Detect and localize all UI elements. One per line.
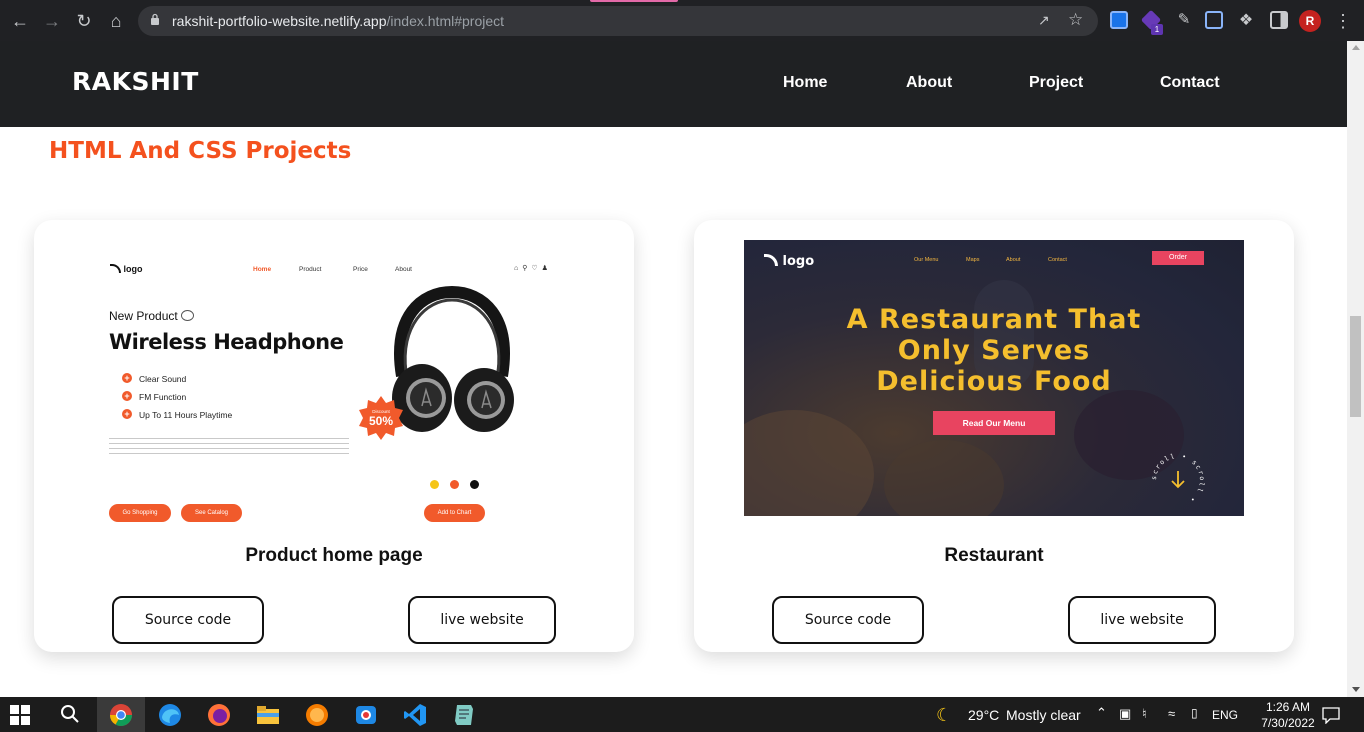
restaurant-preview-image: logo Our Menu Maps About Contact Order A… [744,240,1244,516]
preview-add-to-cart: Add to Chart [424,504,485,522]
address-bar[interactable]: rakshit-portfolio-website.netlify.app/in… [138,6,1098,36]
edge-icon[interactable] [158,703,182,727]
home-icon[interactable]: ⌂ [104,9,128,33]
wifi-logo-icon [110,264,121,273]
wifi-icon[interactable]: ≈ [1168,706,1175,721]
live-website-button[interactable]: live website [1068,596,1216,644]
preview-go-shopping: Go Shopping [109,504,171,522]
preview-headline: Wireless Headphone [109,330,344,354]
share-icon[interactable]: ↗ [1038,12,1056,30]
notifications-icon[interactable] [1322,706,1340,724]
circles-icon [181,310,195,321]
firefox-icon[interactable] [207,703,231,727]
scroll-down-icon[interactable] [1352,687,1360,692]
live-website-button[interactable]: live website [408,596,556,644]
search-icon[interactable] [60,704,80,724]
preview-see-catalog: See Catalog [181,504,242,522]
url-text: rakshit-portfolio-website.netlify.app/in… [172,13,505,29]
restaurant-order-button: Order [1152,251,1204,265]
reload-icon[interactable]: ↻ [72,9,96,33]
project-title: Product home page [245,545,423,566]
nav-home[interactable]: Home [783,74,827,92]
bookmark-star-icon[interactable]: ☆ [1068,10,1086,29]
snipping-tool-icon[interactable] [354,703,378,727]
site-brand[interactable]: RAKSHIT [72,67,199,96]
scroll-badge: scroll • scroll • [1150,452,1205,504]
project-card-product: logo Home Product Price About ⌂⚲♡♟ New P… [34,220,634,652]
color-dot-black [470,480,479,489]
preview-menu-about: About [395,266,412,273]
browser-toolbar: ← → ↻ ⌂ rakshit-portfolio-website.netlif… [0,0,1364,41]
file-explorer-icon[interactable] [256,703,280,727]
camera-tray-icon[interactable]: ▣ [1119,706,1131,722]
puzzle-icon[interactable]: ❖ [1234,9,1258,33]
source-code-button[interactable]: Source code [112,596,264,644]
pen-extension-icon[interactable]: ✎ [1172,8,1196,32]
capture-extension-icon[interactable] [1205,11,1223,29]
project-title: Restaurant [944,545,1044,566]
vscode-icon[interactable] [403,703,427,727]
project-card-restaurant: logo Our Menu Maps About Contact Order A… [694,220,1294,652]
battery-icon[interactable]: ▯ [1191,706,1198,720]
preview-logo: logo [110,264,143,274]
windows-start-icon[interactable] [10,705,30,725]
preview-menu-home: Home [253,266,272,273]
bg-bread-shape [744,410,874,516]
browser-menu-icon[interactable]: ⋮ [1334,10,1352,32]
extension-icon-a[interactable] [1110,11,1128,29]
scroll-up-icon[interactable] [1352,45,1360,50]
preview-menu-price: Price [353,266,368,273]
preview-feature: Up To 11 Hours Playtime [121,409,232,420]
volume-muted-icon[interactable]: ♮ [1142,706,1147,722]
page-scrollbar[interactable] [1347,41,1364,697]
language-indicator[interactable]: ENG [1212,708,1238,722]
forward-icon[interactable]: → [40,9,64,33]
product-preview-image: logo Home Product Price About ⌂⚲♡♟ New P… [100,250,570,522]
scrollbar-thumb[interactable] [1350,316,1361,417]
restaurant-menu-our-menu: Our Menu [914,257,939,263]
preview-paragraph-lines [109,438,349,456]
preview-feature: FM Function [121,391,186,402]
restaurant-read-menu-button: Read Our Menu [933,411,1055,435]
preview-header-icons: ⌂⚲♡♟ [514,265,552,272]
discount-value: 50% [369,414,393,428]
nav-contact[interactable]: Contact [1160,74,1220,92]
wifi-logo-icon [764,254,778,266]
nav-about[interactable]: About [906,74,952,92]
preview-eyebrow: New Product [109,309,195,323]
bg-plate-shape [884,440,1004,516]
lock-icon [151,13,159,25]
preview-feature: Clear Sound [121,373,186,384]
restaurant-menu-contact: Contact [1048,257,1067,263]
restaurant-menu-maps: Maps [966,257,980,263]
back-icon[interactable]: ← [8,9,32,33]
vlc-orange-app-icon[interactable] [305,703,329,727]
color-dot-yellow [430,480,439,489]
restaurant-logo: logo [764,254,814,269]
side-panel-icon[interactable] [1270,11,1288,29]
active-tab-indicator [590,0,678,2]
weather-moon-icon[interactable]: ☾ [936,705,952,726]
arrow-down-icon [1171,471,1185,489]
notepad-icon[interactable] [452,703,476,727]
clock-date[interactable]: 7/30/2022 [1246,716,1330,730]
source-code-button[interactable]: Source code [772,596,924,644]
tray-chevron-icon[interactable]: ⌃ [1096,705,1107,721]
clock-time[interactable]: 1:26 AM [1246,700,1330,714]
chrome-icon[interactable] [109,703,133,727]
restaurant-headline: A Restaurant That Only Serves Delicious … [846,304,1142,397]
weather-temperature[interactable]: 29°C [968,707,999,723]
section-title: HTML And CSS Projects [49,138,352,164]
site-header: RAKSHIT Home About Project Contact [0,41,1347,127]
extension-badge: 1 [1151,24,1163,35]
restaurant-menu-about: About [1006,257,1021,263]
preview-menu-product: Product [299,266,322,273]
nav-project[interactable]: Project [1029,74,1083,92]
profile-avatar[interactable]: R [1299,10,1321,32]
color-dot-orange [450,480,459,489]
discount-badge: Discount 50% [359,396,403,440]
weather-condition[interactable]: Mostly clear [1006,707,1081,723]
windows-taskbar: ☾ 29°C Mostly clear ⌃ ▣ ♮ ≈ ▯ ENG 1:26 A… [0,697,1364,732]
